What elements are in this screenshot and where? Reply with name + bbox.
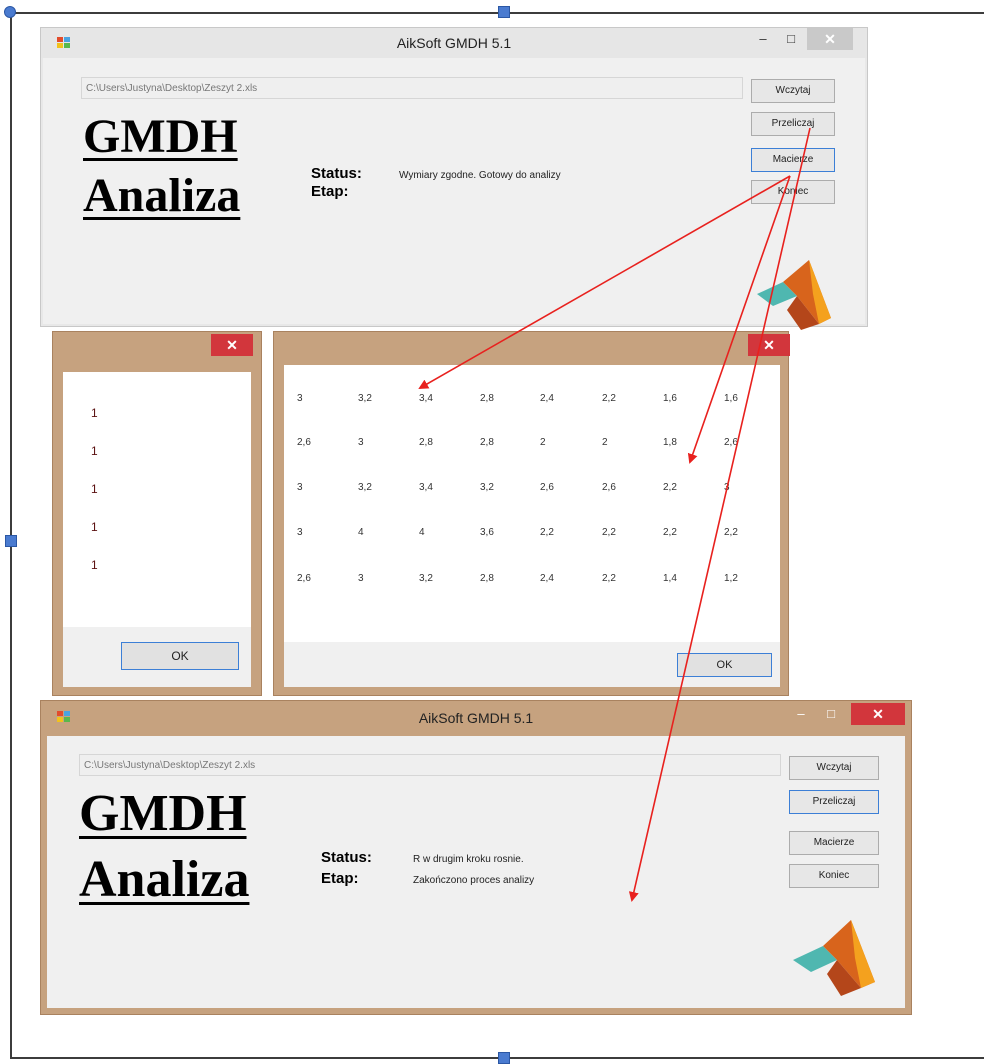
table-cell: 3,6 — [480, 527, 494, 538]
table-cell: 1,8 — [663, 437, 677, 448]
matrix-dialog: ✕ 3 3,2 3,4 2,8 2,4 2,2 1,6 1,6 2,6 3 2,… — [273, 331, 790, 696]
table-cell: 3 — [358, 437, 364, 448]
etap-label: Etap: — [321, 870, 359, 887]
ok-button[interactable]: OK — [121, 642, 239, 670]
compute-button[interactable]: Przeliczaj — [751, 112, 835, 136]
table-cell: 2,2 — [540, 527, 554, 538]
canvas-bottom-border — [10, 1057, 984, 1059]
window-client-area: C:\Users\Justyna\Desktop\Zeszyt 2.xls Wc… — [43, 58, 865, 330]
table-cell: 1,4 — [663, 573, 677, 584]
etap-value: Zakończono proces analizy — [413, 875, 535, 886]
table-cell: 2 — [602, 437, 608, 448]
table-cell: 3 — [297, 393, 303, 404]
close-icon[interactable]: ✕ — [851, 703, 905, 725]
list-item: 1 — [91, 520, 98, 534]
dialog-footer: OK — [63, 627, 251, 687]
minimize-icon[interactable]: – — [753, 30, 773, 50]
list-item: 1 — [91, 558, 98, 572]
table-cell: 2,2 — [663, 527, 677, 538]
table-cell: 2,2 — [663, 482, 677, 493]
table-cell: 3 — [724, 482, 730, 493]
table-cell: 2,2 — [602, 393, 616, 404]
table-cell: 2,6 — [602, 482, 616, 493]
table-cell: 3 — [297, 527, 303, 538]
table-cell: 3 — [358, 573, 364, 584]
window-title: AikSoft GMDH 5.1 — [396, 35, 512, 51]
resize-handle-corner[interactable] — [4, 6, 16, 18]
matrices-button[interactable]: Macierze — [751, 148, 835, 172]
matlab-logo-icon — [757, 260, 831, 330]
list-item: 1 — [91, 406, 98, 420]
table-cell: 1,2 — [724, 573, 738, 584]
maximize-icon[interactable]: □ — [821, 705, 841, 725]
exit-button[interactable]: Koniec — [751, 180, 835, 204]
table-cell: 2,2 — [602, 573, 616, 584]
table-cell: 2,8 — [480, 437, 494, 448]
status-label: Status: — [321, 849, 372, 866]
matrices-button[interactable]: Macierze — [789, 831, 879, 855]
title-bar: AikSoft GMDH 5.1 – □ ✕ — [41, 28, 867, 58]
table-cell: 3,4 — [419, 393, 433, 404]
table-cell: 2,8 — [480, 393, 494, 404]
table-cell: 4 — [419, 527, 425, 538]
close-icon[interactable]: ✕ — [211, 334, 253, 356]
table-cell: 2,8 — [480, 573, 494, 584]
close-icon[interactable]: ✕ — [748, 334, 790, 356]
dialog-footer: OK — [284, 642, 780, 687]
table-cell: 2,4 — [540, 393, 554, 404]
table-cell: 3,2 — [480, 482, 494, 493]
table-cell: 1,6 — [663, 393, 677, 404]
logo-analiza: Analiza — [79, 851, 250, 908]
table-cell: 2,2 — [724, 527, 738, 538]
table-cell: 3 — [297, 482, 303, 493]
load-button[interactable]: Wczytaj — [789, 756, 879, 780]
status-value: R w drugim kroku rosnie. — [413, 854, 524, 865]
table-cell: 2,6 — [724, 437, 738, 448]
logo-analiza: Analiza — [83, 169, 241, 222]
minimize-icon[interactable]: – — [791, 705, 811, 725]
window-client-area: C:\Users\Justyna\Desktop\Zeszyt 2.xls Wc… — [47, 736, 905, 1008]
table-cell: 4 — [358, 527, 364, 538]
list-item: 1 — [91, 444, 98, 458]
table-cell: 3,2 — [419, 573, 433, 584]
maximize-icon[interactable]: □ — [781, 30, 801, 50]
status-label: Status: — [311, 165, 362, 182]
matrix-table: 3 3,2 3,4 2,8 2,4 2,2 1,6 1,6 2,6 3 2,8 … — [284, 365, 780, 642]
ok-button[interactable]: OK — [677, 653, 772, 677]
vector-list: 1 1 1 1 1 — [63, 372, 251, 627]
main-window-top: AikSoft GMDH 5.1 – □ ✕ C:\Users\Justyna\… — [40, 27, 868, 330]
main-window-bottom: AikSoft GMDH 5.1 – □ ✕ C:\Users\Justyna\… — [40, 700, 912, 1015]
table-cell: 2,6 — [297, 573, 311, 584]
table-cell: 3,2 — [358, 482, 372, 493]
status-value: Wymiary zgodne. Gotowy do analizy — [399, 170, 561, 181]
table-cell: 3,2 — [358, 393, 372, 404]
file-path-field[interactable]: C:\Users\Justyna\Desktop\Zeszyt 2.xls — [81, 77, 743, 99]
table-cell: 3,4 — [419, 482, 433, 493]
resize-handle-left[interactable] — [5, 535, 17, 547]
table-cell: 2,8 — [419, 437, 433, 448]
list-item: 1 — [91, 482, 98, 496]
table-cell: 2 — [540, 437, 546, 448]
table-cell: 1,6 — [724, 393, 738, 404]
exit-button[interactable]: Koniec — [789, 864, 879, 888]
table-cell: 2,4 — [540, 573, 554, 584]
etap-label: Etap: — [311, 183, 349, 200]
file-path-field[interactable]: C:\Users\Justyna\Desktop\Zeszyt 2.xls — [79, 754, 781, 776]
table-cell: 2,2 — [602, 527, 616, 538]
table-cell: 2,6 — [297, 437, 311, 448]
logo-gmdh: GMDH — [79, 785, 247, 842]
vector-dialog: ✕ 1 1 1 1 1 OK — [52, 331, 262, 696]
resize-handle-top[interactable] — [498, 6, 510, 18]
load-button[interactable]: Wczytaj — [751, 79, 835, 103]
resize-handle-bottom[interactable] — [498, 1052, 510, 1064]
compute-button[interactable]: Przeliczaj — [789, 790, 879, 814]
window-title: AikSoft GMDH 5.1 — [418, 710, 534, 726]
table-cell: 2,6 — [540, 482, 554, 493]
title-bar: AikSoft GMDH 5.1 – □ ✕ — [41, 701, 911, 731]
close-icon[interactable]: ✕ — [807, 28, 853, 50]
logo-gmdh: GMDH — [83, 110, 238, 163]
matlab-logo-icon — [793, 920, 875, 996]
